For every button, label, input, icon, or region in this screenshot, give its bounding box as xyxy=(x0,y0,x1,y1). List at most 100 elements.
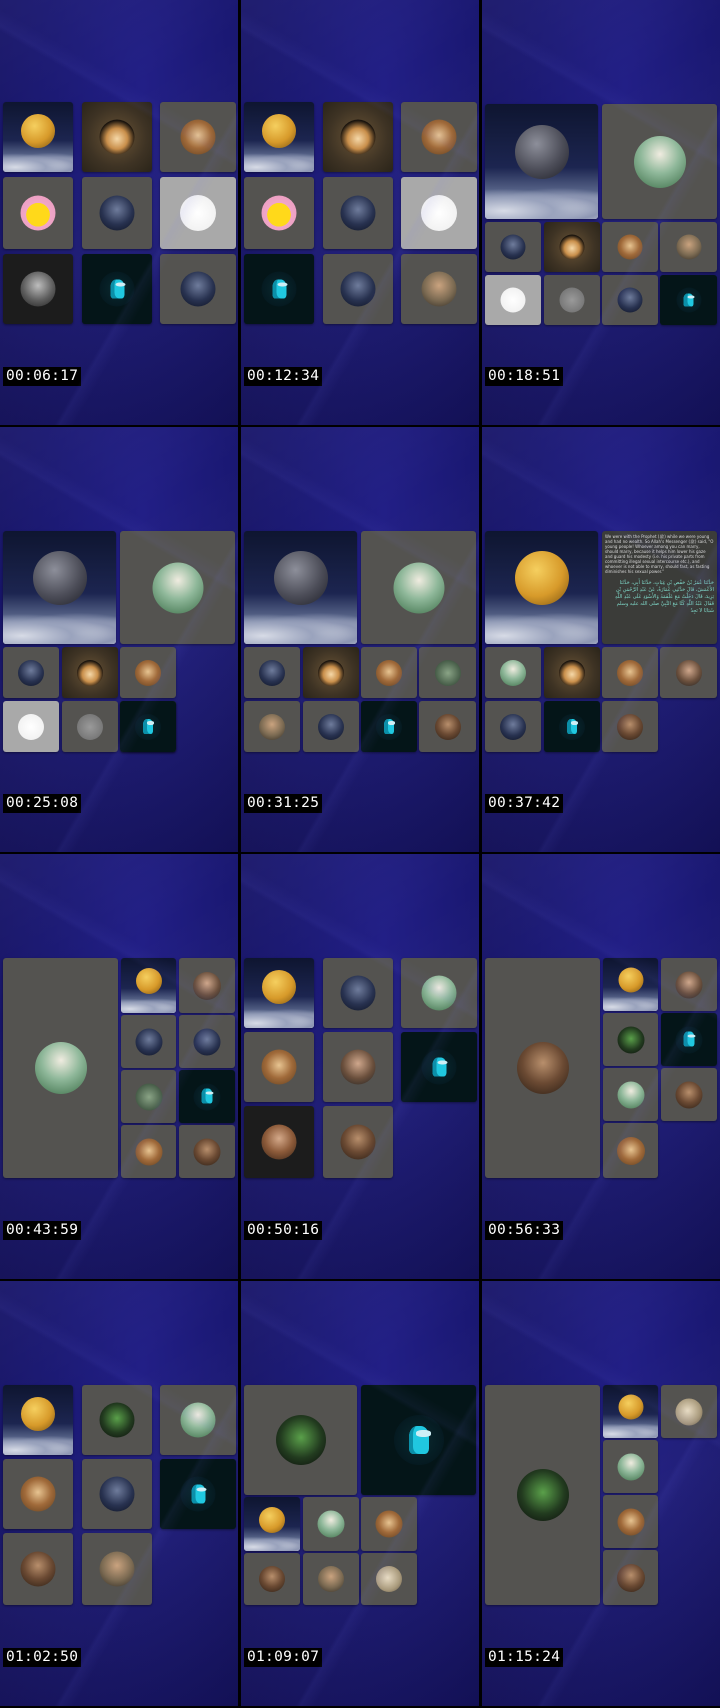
participant-tile[interactable] xyxy=(244,1032,314,1102)
participant-tile[interactable] xyxy=(303,1497,359,1551)
participant-tile[interactable] xyxy=(361,531,476,644)
participant-tile[interactable] xyxy=(544,701,600,752)
participant-tile[interactable] xyxy=(602,222,658,272)
participant-tile[interactable] xyxy=(401,958,477,1028)
participant-tile[interactable] xyxy=(244,1553,300,1605)
participant-tile[interactable] xyxy=(160,1385,236,1455)
participant-tile[interactable] xyxy=(82,177,152,249)
participant-tile[interactable] xyxy=(120,701,176,752)
participant-tile[interactable] xyxy=(82,1533,152,1605)
participant-tile[interactable] xyxy=(3,701,59,752)
participant-tile[interactable]: We were with the Prophet (ﷺ) while we we… xyxy=(602,531,717,644)
participant-tile[interactable] xyxy=(3,1459,73,1529)
participant-tile[interactable] xyxy=(361,1553,417,1605)
participant-tile[interactable] xyxy=(661,1013,717,1066)
participant-tile[interactable] xyxy=(323,102,393,172)
participant-tile[interactable] xyxy=(82,102,152,172)
participant-tile[interactable] xyxy=(62,701,118,752)
participant-tile[interactable] xyxy=(244,254,314,324)
participant-tile[interactable] xyxy=(401,1032,477,1102)
participant-tile[interactable] xyxy=(485,275,541,325)
participant-tile[interactable] xyxy=(603,958,658,1011)
participant-tile[interactable] xyxy=(82,1459,152,1529)
participant-tile[interactable] xyxy=(244,1497,300,1551)
participant-tile[interactable] xyxy=(82,254,152,324)
participant-tile[interactable] xyxy=(323,958,393,1028)
participant-tile[interactable] xyxy=(419,647,476,698)
participant-tile[interactable] xyxy=(160,1459,236,1529)
participant-tile[interactable] xyxy=(303,647,359,698)
participant-tile[interactable] xyxy=(121,1125,176,1178)
participant-tile[interactable] xyxy=(3,958,118,1178)
participant-tile[interactable] xyxy=(121,1015,176,1068)
participant-tile[interactable] xyxy=(661,1385,717,1438)
participant-tile[interactable] xyxy=(179,1070,235,1123)
participant-tile[interactable] xyxy=(544,647,600,698)
participant-tile[interactable] xyxy=(62,647,118,698)
participant-tile[interactable] xyxy=(485,104,598,219)
participant-tile[interactable] xyxy=(179,1015,235,1068)
participant-tile[interactable] xyxy=(485,647,541,698)
participant-tile[interactable] xyxy=(323,1106,393,1178)
participant-tile[interactable] xyxy=(323,1032,393,1102)
participant-tile[interactable] xyxy=(419,701,476,752)
participant-tile[interactable] xyxy=(160,254,236,324)
participant-tile[interactable] xyxy=(361,647,417,698)
participant-tile[interactable] xyxy=(602,275,658,325)
participant-tile[interactable] xyxy=(121,958,176,1013)
participant-tile[interactable] xyxy=(544,222,600,272)
participant-tile[interactable] xyxy=(544,275,600,325)
participant-tile[interactable] xyxy=(660,275,717,325)
participant-tile[interactable] xyxy=(485,701,541,752)
participant-tile[interactable] xyxy=(660,222,717,272)
participant-tile[interactable] xyxy=(3,647,59,698)
participant-tile[interactable] xyxy=(179,1125,235,1178)
participant-tile[interactable] xyxy=(401,254,477,324)
participant-tile[interactable] xyxy=(3,102,73,172)
participant-tile[interactable] xyxy=(485,531,598,644)
participant-tile[interactable] xyxy=(603,1385,658,1438)
participant-tile[interactable] xyxy=(120,531,235,644)
participant-tile[interactable] xyxy=(323,177,393,249)
participant-tile[interactable] xyxy=(120,647,176,698)
participant-tile[interactable] xyxy=(602,104,717,219)
participant-tile[interactable] xyxy=(361,1385,476,1495)
participant-tile[interactable] xyxy=(244,177,314,249)
participant-tile[interactable] xyxy=(603,1440,658,1493)
participant-tile[interactable] xyxy=(303,1553,359,1605)
participant-tile[interactable] xyxy=(3,177,73,249)
participant-tile[interactable] xyxy=(244,1106,314,1178)
participant-tile[interactable] xyxy=(603,1123,658,1178)
participant-tile[interactable] xyxy=(603,1013,658,1066)
participant-tile[interactable] xyxy=(323,254,393,324)
participant-tile[interactable] xyxy=(160,102,236,172)
participant-tile[interactable] xyxy=(160,177,236,249)
participant-tile[interactable] xyxy=(661,1068,717,1121)
participant-tile[interactable] xyxy=(485,958,600,1178)
participant-tile[interactable] xyxy=(361,1497,417,1551)
participant-tile[interactable] xyxy=(602,647,658,698)
participant-tile[interactable] xyxy=(121,1070,176,1123)
participant-tile[interactable] xyxy=(660,647,717,698)
participant-tile[interactable] xyxy=(485,222,541,272)
participant-tile[interactable] xyxy=(244,531,357,644)
participant-tile[interactable] xyxy=(361,701,417,752)
participant-tile[interactable] xyxy=(303,701,359,752)
participant-tile[interactable] xyxy=(401,102,477,172)
participant-tile[interactable] xyxy=(603,1550,658,1605)
participant-tile[interactable] xyxy=(3,531,116,644)
participant-tile[interactable] xyxy=(244,958,314,1028)
participant-tile[interactable] xyxy=(244,701,300,752)
participant-tile[interactable] xyxy=(401,177,477,249)
participant-tile[interactable] xyxy=(82,1385,152,1455)
participant-tile[interactable] xyxy=(661,958,717,1011)
participant-tile[interactable] xyxy=(244,647,300,698)
participant-tile[interactable] xyxy=(3,254,73,324)
participant-tile[interactable] xyxy=(485,1385,600,1605)
participant-tile[interactable] xyxy=(602,701,658,752)
participant-tile[interactable] xyxy=(3,1533,73,1605)
participant-tile[interactable] xyxy=(244,1385,357,1495)
participant-tile[interactable] xyxy=(3,1385,73,1455)
participant-tile[interactable] xyxy=(603,1495,658,1548)
participant-tile[interactable] xyxy=(603,1068,658,1121)
